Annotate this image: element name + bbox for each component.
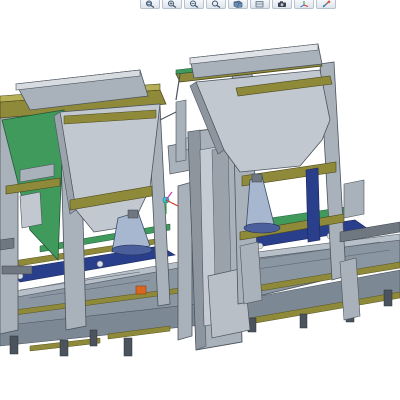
- zoom-in-button[interactable]: [162, 0, 182, 9]
- camera-button[interactable]: [272, 0, 292, 9]
- zoom-in-icon: [168, 0, 177, 8]
- view-toolbar: [140, 0, 358, 10]
- bagging-machine-assembly-model: [0, 43, 400, 357]
- appearance-icon: [322, 0, 331, 8]
- view-orientation-icon: [233, 0, 243, 8]
- zoom-out-button[interactable]: [184, 0, 204, 9]
- zoom-fit-button[interactable]: [140, 0, 160, 9]
- axis-triad-button[interactable]: [294, 0, 314, 9]
- view-orientation-button[interactable]: [228, 0, 248, 9]
- appearance-button[interactable]: [316, 0, 336, 9]
- cad-viewer-window: [0, 0, 400, 400]
- display-style-button[interactable]: [250, 0, 270, 9]
- zoom-out-icon: [190, 0, 199, 8]
- zoom-area-icon: [212, 0, 221, 8]
- camera-icon: [278, 1, 286, 7]
- 3d-model-viewport[interactable]: [0, 10, 400, 400]
- display-style-icon: [255, 1, 264, 8]
- zoom-area-button[interactable]: [206, 0, 226, 9]
- axis-triad-icon: [300, 1, 309, 8]
- zoom-fit-icon: [146, 0, 155, 8]
